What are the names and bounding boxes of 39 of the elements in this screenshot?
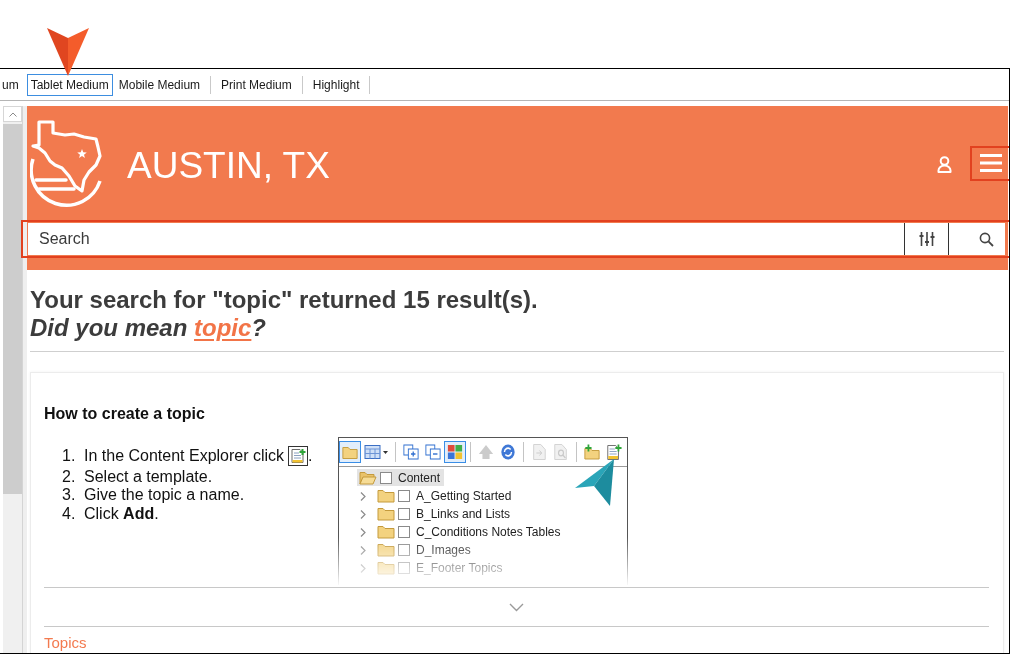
user-icon[interactable] [937,155,952,173]
site-title: AUSTIN, TX [127,145,330,187]
scrollbar-thumb[interactable] [3,124,22,494]
search-icon [979,231,994,247]
step-number: 1. [62,446,77,466]
pointer-arrow-icon [575,458,615,507]
document-plus-icon [288,446,309,466]
view-tab[interactable]: Highlight [308,73,364,96]
filter-button[interactable] [904,223,948,255]
step-text: Select a template. [84,468,213,487]
sliders-icon [918,231,935,247]
menu-button[interactable] [970,145,1009,181]
search-field[interactable]: Search [28,223,904,255]
step-number: 2. [62,468,77,487]
scroll-up-button[interactable] [3,106,22,122]
view-tab[interactable]: um [0,73,23,96]
view-tab[interactable]: Tablet Medium [26,73,113,96]
tree-item: A_Getting Started [360,487,516,505]
step-text: Give the topic a name. [84,486,245,505]
view-tab[interactable]: Mobile Medium [114,73,205,96]
tree-item: D_Images [360,541,475,559]
step-text: . [308,446,313,466]
step-number: 3. [62,486,77,505]
result-title: How to create a topic [44,404,205,423]
pointer-arrow-icon [47,28,89,76]
menu-icon [979,154,1002,172]
step-text: Click Add. [84,504,159,524]
step-text: In the Content Explorer click [84,446,285,466]
chevron-down-icon[interactable] [509,602,524,612]
caret-up-icon [8,111,17,117]
tree-item: Content [357,469,445,486]
tree-item: C_Conditions Notes Tables [360,523,565,541]
view-tab[interactable]: Print Medium [217,73,296,96]
scrollbar[interactable] [3,106,22,653]
results-summary: Your search for "topic" returned 15 result(s). [30,286,538,314]
tree-item: B_Links and Lists [360,505,515,523]
step-number: 4. [62,504,77,524]
suggestion-text: Did you mean topic? [30,314,267,342]
search-button[interactable] [948,223,1005,255]
